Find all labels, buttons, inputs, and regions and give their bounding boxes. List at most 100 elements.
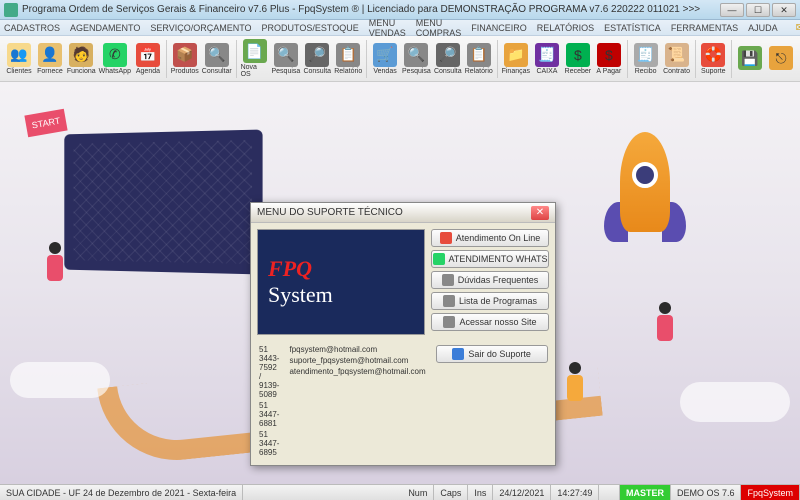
toolbar-separator bbox=[731, 40, 732, 78]
contact-phones: 51 3443-7592 / 9139-5089 51 3447-6881 51… bbox=[259, 345, 279, 457]
funciona-icon: 🧑 bbox=[69, 43, 93, 67]
support-option-button[interactable]: Atendimento On Line bbox=[431, 229, 549, 247]
toolbar-suporte-button[interactable]: 🛟Suporte bbox=[698, 38, 728, 80]
menu-item[interactable]: MENU COMPRAS bbox=[416, 18, 462, 38]
menu-item[interactable]: AGENDAMENTO bbox=[70, 23, 140, 33]
toolbar-pesquisa-button[interactable]: 🔍Pesquisa bbox=[401, 38, 432, 80]
email-text: fpqsystem@hotmail.com bbox=[289, 345, 425, 354]
toolbar-label: Contrato bbox=[663, 68, 690, 75]
toolbar-separator bbox=[236, 40, 237, 78]
toolbar-caixa-button[interactable]: 🧾CAIXA bbox=[532, 38, 562, 80]
caixa-icon: 🧾 bbox=[535, 43, 559, 67]
contrato-icon: 📜 bbox=[665, 43, 689, 67]
main-toolbar: 👥Clientes👤Fornece🧑Funciona✆WhatsApp📅Agen… bbox=[0, 36, 800, 82]
window-title: Programa Ordem de Serviços Gerais & Fina… bbox=[22, 4, 700, 15]
minimize-button[interactable]: — bbox=[720, 3, 744, 17]
phone-text: 51 3447-6881 bbox=[259, 401, 279, 428]
support-option-button[interactable]: Lista de Programas bbox=[431, 292, 549, 310]
toolbar-consulta-button[interactable]: 🔎Consulta bbox=[302, 38, 332, 80]
toolbar-label: Agenda bbox=[136, 68, 160, 75]
toolbar-label: Relatório bbox=[334, 68, 362, 75]
toolbar-label: Finanças bbox=[502, 68, 530, 75]
toolbar-label: Consulta bbox=[434, 68, 462, 75]
consulta-icon: 🔎 bbox=[436, 43, 460, 67]
toolbar-label: Vendas bbox=[373, 68, 396, 75]
toolbar-label: Relatório bbox=[465, 68, 493, 75]
pesquisa-icon: 🔍 bbox=[274, 43, 298, 67]
toolbar-label: Consulta bbox=[303, 68, 331, 75]
toolbar-relatório-button[interactable]: 📋Relatório bbox=[464, 38, 494, 80]
toolbar-finanças-button[interactable]: 📁Finanças bbox=[501, 38, 531, 80]
vendas-icon: 🛒 bbox=[373, 43, 397, 67]
support-option-button[interactable]: Dúvidas Frequentes bbox=[431, 271, 549, 289]
support-option-button[interactable]: Acessar nosso Site bbox=[431, 313, 549, 331]
action-icon: 💾 bbox=[738, 46, 762, 70]
contact-emails: fpqsystem@hotmail.com suporte_fpqsystem@… bbox=[289, 345, 425, 457]
toolbar-contrato-button[interactable]: 📜Contrato bbox=[662, 38, 692, 80]
menu-item[interactable]: AJUDA bbox=[748, 23, 778, 33]
toolbar-action-button[interactable]: ⎋ bbox=[766, 38, 796, 80]
app-icon bbox=[4, 3, 18, 17]
toolbar-pesquisa-button[interactable]: 🔍Pesquisa bbox=[271, 38, 302, 80]
email-menu[interactable]: E-MAIL bbox=[796, 18, 800, 38]
menu-item[interactable]: CADASTROS bbox=[4, 23, 60, 33]
button-icon bbox=[433, 253, 445, 265]
menu-item[interactable]: FINANCEIRO bbox=[471, 23, 527, 33]
menu-item[interactable]: MENU VENDAS bbox=[369, 18, 406, 38]
toolbar-label: Suporte bbox=[701, 68, 726, 75]
toolbar-a pagar-button[interactable]: $A Pagar bbox=[594, 38, 624, 80]
agenda-icon: 📅 bbox=[136, 43, 160, 67]
status-user: MASTER bbox=[620, 485, 671, 500]
status-capslock: Caps bbox=[434, 485, 468, 500]
dialog-titlebar[interactable]: MENU DO SUPORTE TÉCNICO ✕ bbox=[251, 203, 555, 223]
button-icon bbox=[443, 316, 455, 328]
menu-item[interactable]: ESTATÍSTICA bbox=[604, 23, 661, 33]
close-button[interactable]: ✕ bbox=[772, 3, 796, 17]
toolbar-separator bbox=[497, 40, 498, 78]
toolbar-recibo-button[interactable]: 🧾Recibo bbox=[631, 38, 661, 80]
recibo-icon: 🧾 bbox=[634, 43, 658, 67]
dialog-close-button[interactable]: ✕ bbox=[531, 206, 549, 220]
window-controls: — ☐ ✕ bbox=[720, 3, 796, 17]
email-text: suporte_fpqsystem@hotmail.com bbox=[289, 356, 425, 365]
statusbar: SUA CIDADE - UF 24 de Dezembro de 2021 -… bbox=[0, 484, 800, 500]
maximize-button[interactable]: ☐ bbox=[746, 3, 770, 17]
person-illustration bbox=[560, 362, 590, 422]
toolbar-consultar-button[interactable]: 🔍Consultar bbox=[201, 38, 233, 80]
toolbar-relatório-button[interactable]: 📋Relatório bbox=[333, 38, 363, 80]
button-label: Acessar nosso Site bbox=[459, 317, 536, 327]
toolbar-consulta-button[interactable]: 🔎Consulta bbox=[433, 38, 463, 80]
exit-support-button[interactable]: Sair do Suporte bbox=[436, 345, 548, 363]
status-demo: DEMO OS 7.6 bbox=[671, 485, 742, 500]
finanças-icon: 📁 bbox=[504, 43, 528, 67]
toolbar-label: A Pagar bbox=[596, 68, 621, 75]
whatsapp-icon: ✆ bbox=[103, 43, 127, 67]
status-numlock: Num bbox=[402, 485, 434, 500]
support-dialog: MENU DO SUPORTE TÉCNICO ✕ FPQ System Ate… bbox=[250, 202, 556, 466]
person-illustration bbox=[40, 242, 70, 302]
phone-text: 51 3447-6895 bbox=[259, 430, 279, 457]
support-option-button[interactable]: ATENDIMENTO WHATS bbox=[431, 250, 549, 268]
toolbar-receber-button[interactable]: $Receber bbox=[563, 38, 593, 80]
start-flag: START bbox=[24, 109, 67, 138]
workspace: START MENU DO SUPORTE TÉCNICO ✕ FPQ Syst… bbox=[0, 82, 800, 484]
menu-item[interactable]: SERVIÇO/ORÇAMENTO bbox=[150, 23, 251, 33]
toolbar-whatsapp-button[interactable]: ✆WhatsApp bbox=[98, 38, 132, 80]
menubar: CADASTROS AGENDAMENTO SERVIÇO/ORÇAMENTO PRO… bbox=[0, 20, 800, 36]
toolbar-action-button[interactable]: 💾 bbox=[735, 38, 765, 80]
toolbar-nova os-button[interactable]: 📄Nova OS bbox=[240, 38, 270, 80]
exit-label: Sair do Suporte bbox=[468, 349, 531, 359]
menu-item[interactable]: RELATÓRIOS bbox=[537, 23, 594, 33]
toolbar-agenda-button[interactable]: 📅Agenda bbox=[133, 38, 163, 80]
toolbar-clientes-button[interactable]: 👥Clientes bbox=[4, 38, 34, 80]
menu-item[interactable]: FERRAMENTAS bbox=[671, 23, 738, 33]
button-label: ATENDIMENTO WHATS bbox=[449, 254, 548, 264]
toolbar-produtos-button[interactable]: 📦Produtos bbox=[170, 38, 200, 80]
menu-item[interactable]: PRODUTOS/ESTOQUE bbox=[262, 23, 359, 33]
rocket-illustration bbox=[590, 112, 700, 272]
toolbar-vendas-button[interactable]: 🛒Vendas bbox=[370, 38, 400, 80]
button-icon bbox=[442, 274, 454, 286]
status-unknown bbox=[599, 485, 620, 500]
toolbar-fornece-button[interactable]: 👤Fornece bbox=[35, 38, 65, 80]
toolbar-funciona-button[interactable]: 🧑Funciona bbox=[66, 38, 97, 80]
